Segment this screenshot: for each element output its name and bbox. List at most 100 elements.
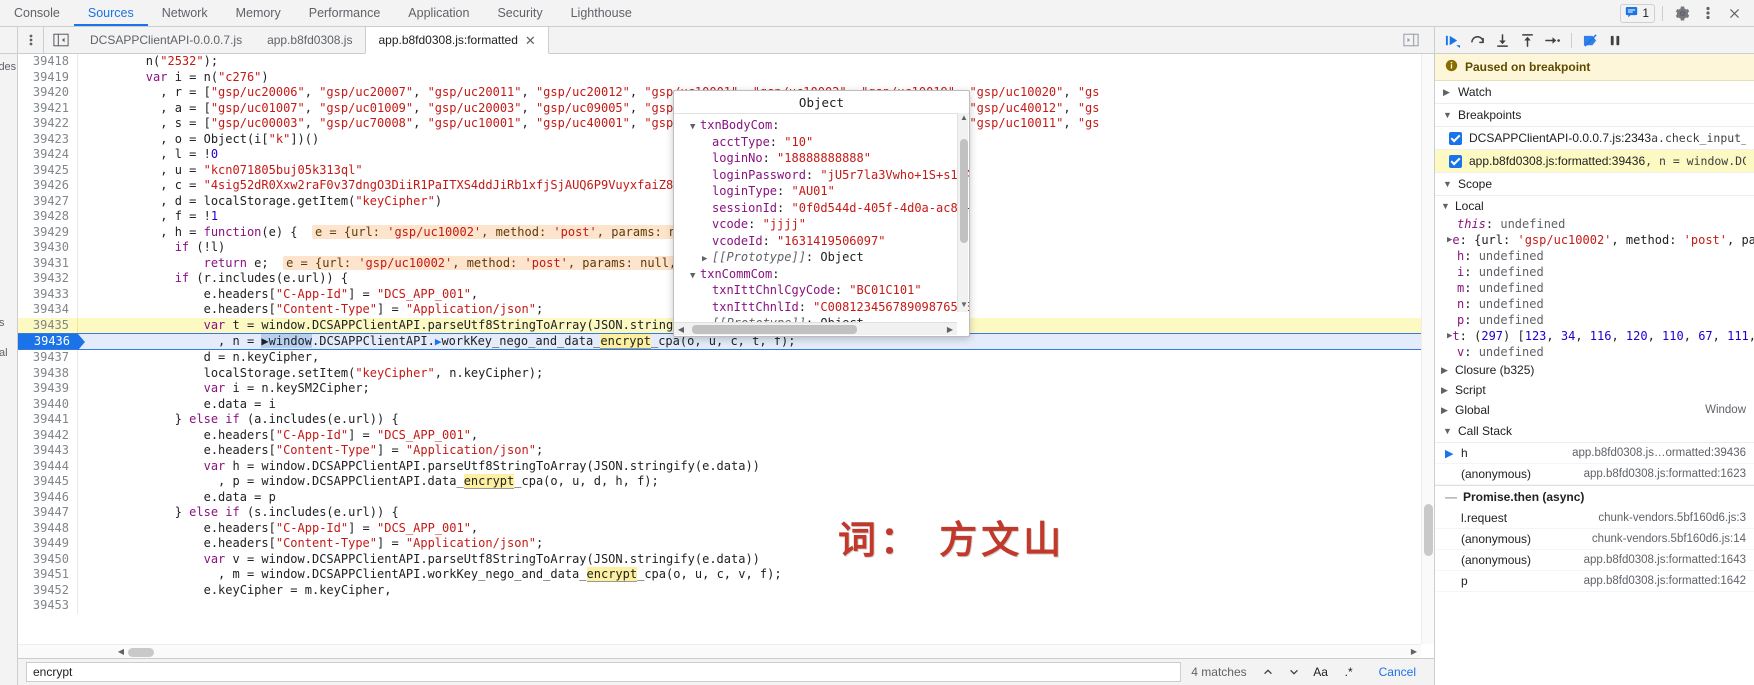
deactivate-breakpoints-icon[interactable] bbox=[1579, 30, 1602, 51]
code-line[interactable]: 39438 localStorage.setItem("keyCipher", … bbox=[18, 365, 1434, 381]
panel-tab-lighthouse[interactable]: Lighthouse bbox=[557, 0, 646, 26]
step-into-icon[interactable] bbox=[1491, 30, 1514, 51]
kebab-menu-icon[interactable] bbox=[1696, 1, 1720, 25]
code-line[interactable]: 39447 } else if (s.includes(e.url)) { bbox=[18, 505, 1434, 521]
panel-tab-performance[interactable]: Performance bbox=[295, 0, 395, 26]
resume-script-icon[interactable] bbox=[1441, 30, 1464, 51]
regex-toggle[interactable]: .* bbox=[1337, 662, 1361, 682]
object-property-row[interactable]: ▶[[Prototype]]: Object bbox=[680, 249, 969, 266]
object-property-row[interactable]: txnIttChnlId: "C00812345678909876543… bbox=[680, 299, 969, 316]
file-tab-0[interactable]: DCSAPPClientAPI-0.0.0.7.js bbox=[78, 27, 255, 53]
scope-variable-row[interactable]: this: undefined bbox=[1435, 216, 1754, 232]
message-count-badge[interactable]: 1 bbox=[1620, 3, 1655, 23]
scroll-right-icon[interactable]: ▶ bbox=[944, 324, 956, 335]
line-number[interactable]: 39453 bbox=[18, 598, 78, 614]
breakpoint-checkbox[interactable] bbox=[1449, 155, 1462, 168]
section-header-watch[interactable]: ▶ Watch bbox=[1435, 81, 1754, 104]
editor-vscrollbar[interactable] bbox=[1421, 54, 1434, 644]
object-property-row[interactable]: loginType: "AU01" bbox=[680, 183, 969, 200]
object-property-row[interactable]: sessionId: "0f0d544d-405f-4d0a-ac82-9 bbox=[680, 200, 969, 217]
breakpoint-checkbox[interactable] bbox=[1449, 132, 1462, 145]
line-number[interactable]: 39439 bbox=[18, 381, 78, 397]
object-property-row[interactable]: ▼ txnBodyCom: bbox=[680, 117, 969, 134]
line-number[interactable]: 39444 bbox=[18, 458, 78, 474]
search-input[interactable] bbox=[26, 662, 1182, 682]
gear-icon[interactable] bbox=[1670, 1, 1694, 25]
code-line[interactable]: 39453 bbox=[18, 598, 1434, 614]
line-number[interactable]: 39446 bbox=[18, 489, 78, 505]
code-line[interactable]: 39449 e.headers["Content-Type"] = "Appli… bbox=[18, 536, 1434, 552]
scope-variable-row[interactable]: h: undefined bbox=[1435, 248, 1754, 264]
editor-hscroll-thumb[interactable] bbox=[128, 648, 154, 657]
line-number[interactable]: 39428 bbox=[18, 209, 78, 225]
navigator-sliver[interactable]: ides s al bbox=[0, 27, 18, 685]
call-stack-frame[interactable]: p app.b8fd0308.js:formatted:1642 bbox=[1435, 571, 1754, 592]
code-line[interactable]: 39418 n("2532"); bbox=[18, 54, 1434, 70]
code-line[interactable]: 39446 e.data = p bbox=[18, 489, 1434, 505]
file-tabs-menu-icon[interactable] bbox=[18, 27, 44, 53]
object-property-row[interactable]: loginNo: "18888888888" bbox=[680, 150, 969, 167]
panel-tab-sources[interactable]: Sources bbox=[74, 0, 148, 26]
section-header-call-stack[interactable]: ▼ Call Stack bbox=[1435, 420, 1754, 443]
code-line[interactable]: 39442 e.headers["C-App-Id"] = "DCS_APP_0… bbox=[18, 427, 1434, 443]
file-tab-1[interactable]: app.b8fd0308.js bbox=[255, 27, 365, 53]
code-line[interactable]: 39444 var h = window.DCSAPPClientAPI.par… bbox=[18, 458, 1434, 474]
line-number[interactable]: 39433 bbox=[18, 286, 78, 302]
breakpoint-item[interactable]: app.b8fd0308.js:formatted:39436, n = win… bbox=[1435, 150, 1754, 173]
call-stack-frame[interactable]: (anonymous) app.b8fd0308.js:formatted:162… bbox=[1435, 464, 1754, 485]
step-icon[interactable] bbox=[1541, 30, 1564, 51]
code-line[interactable]: 39441 } else if (a.includes(e.url)) { bbox=[18, 412, 1434, 428]
show-debugger-icon[interactable] bbox=[1394, 33, 1428, 47]
scope-variable-row[interactable]: n: undefined bbox=[1435, 296, 1754, 312]
line-number[interactable]: 39422 bbox=[18, 116, 78, 132]
scroll-up-icon[interactable]: ▲ bbox=[959, 113, 969, 125]
chevron-down-icon[interactable]: ▼ bbox=[690, 119, 700, 136]
line-number[interactable]: 39438 bbox=[18, 365, 78, 381]
scope-variable-row[interactable]: m: undefined bbox=[1435, 280, 1754, 296]
close-icon[interactable] bbox=[1722, 1, 1746, 25]
line-number[interactable]: 39424 bbox=[18, 147, 78, 163]
file-tab-2[interactable]: app.b8fd0308.js:formatted ✕ bbox=[365, 27, 549, 54]
scope-variable-row[interactable]: ▶ e: {url: 'gsp/uc10002', method: 'post',… bbox=[1435, 232, 1754, 248]
line-number[interactable]: 39431 bbox=[18, 255, 78, 271]
line-number[interactable]: 39449 bbox=[18, 536, 78, 552]
panel-tab-memory[interactable]: Memory bbox=[222, 0, 295, 26]
call-stack-frame[interactable]: ▶ h app.b8fd0308.js…ormatted:39436 bbox=[1435, 443, 1754, 464]
line-number[interactable]: 39418 bbox=[18, 54, 78, 70]
step-over-icon[interactable] bbox=[1466, 30, 1489, 51]
code-line[interactable]: 39450 var v = window.DCSAPPClientAPI.par… bbox=[18, 551, 1434, 567]
chevron-up-icon[interactable] bbox=[1257, 662, 1279, 682]
line-number[interactable]: 39420 bbox=[18, 85, 78, 101]
panel-tab-console[interactable]: Console bbox=[0, 0, 74, 26]
line-number[interactable]: 39425 bbox=[18, 162, 78, 178]
line-number[interactable]: 39427 bbox=[18, 193, 78, 209]
call-stack-frame[interactable]: (anonymous) chunk-vendors.5bf160d6.js:14 bbox=[1435, 529, 1754, 550]
object-property-row[interactable]: vcode: "jjjj" bbox=[680, 216, 969, 233]
code-line[interactable]: 39443 e.headers["Content-Type"] = "Appli… bbox=[18, 443, 1434, 459]
panel-tab-application[interactable]: Application bbox=[394, 0, 483, 26]
line-number[interactable]: 39442 bbox=[18, 427, 78, 443]
code-line[interactable]: 39445 , p = window.DCSAPPClientAPI.data_… bbox=[18, 474, 1434, 490]
object-popup-hscrollbar[interactable]: ◀ ▶ bbox=[674, 322, 957, 335]
code-line[interactable]: 39451 , m = window.DCSAPPClientAPI.workK… bbox=[18, 567, 1434, 583]
line-number[interactable]: 39450 bbox=[18, 551, 78, 567]
section-header-breakpoints[interactable]: ▼ Breakpoints bbox=[1435, 104, 1754, 127]
close-icon[interactable]: ✕ bbox=[525, 34, 536, 47]
match-case-toggle[interactable]: Aa bbox=[1309, 662, 1333, 682]
scroll-right-icon[interactable]: ▶ bbox=[1407, 645, 1421, 658]
section-header-scope[interactable]: ▼ Scope bbox=[1435, 173, 1754, 196]
line-number[interactable]: 39448 bbox=[18, 520, 78, 536]
pause-on-exceptions-icon[interactable] bbox=[1604, 30, 1627, 51]
line-number[interactable]: 39434 bbox=[18, 302, 78, 318]
editor-hscrollbar[interactable]: ◀ ▶ bbox=[18, 644, 1421, 658]
object-property-row[interactable]: loginPassword: "jU5r7la3Vwho+1S+s1cA7 bbox=[680, 167, 969, 184]
cancel-button[interactable]: Cancel bbox=[1365, 665, 1430, 679]
panel-tab-security[interactable]: Security bbox=[483, 0, 556, 26]
object-preview-popup[interactable]: Object ▼ txnBodyCom: acctType: "10" loginNo… bbox=[673, 90, 970, 337]
object-property-row[interactable]: acctType: "10" bbox=[680, 134, 969, 151]
line-number[interactable]: 39445 bbox=[18, 474, 78, 490]
show-navigator-icon[interactable] bbox=[44, 27, 78, 53]
line-number[interactable]: 39430 bbox=[18, 240, 78, 256]
line-number[interactable]: 39451 bbox=[18, 567, 78, 583]
code-line[interactable]: 39439 var i = n.keySM2Cipher; bbox=[18, 381, 1434, 397]
